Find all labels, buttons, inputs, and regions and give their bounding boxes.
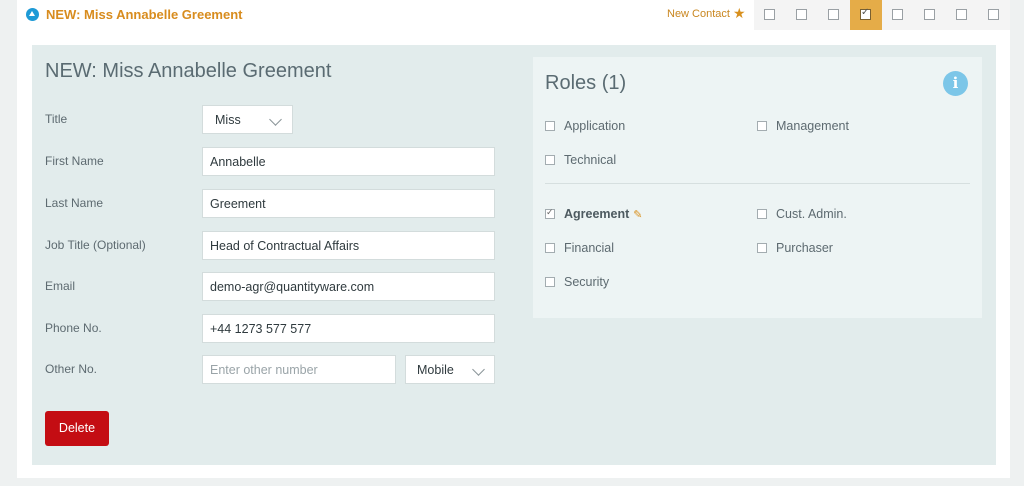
- role-application[interactable]: Application: [545, 119, 625, 133]
- role-checkbox-strip: ✓: [754, 0, 1010, 30]
- title-select-value: Miss: [215, 113, 241, 127]
- strip-checkbox-cell[interactable]: [914, 0, 946, 30]
- email-field[interactable]: demo-agr@quantityware.com: [202, 272, 495, 301]
- checkbox[interactable]: [757, 243, 767, 253]
- pencil-icon[interactable]: ✎: [633, 209, 642, 221]
- role-financial[interactable]: Financial: [545, 241, 614, 255]
- collapse-icon[interactable]: [26, 8, 39, 21]
- roles-divider: [545, 183, 970, 184]
- last-name-field[interactable]: Greement: [202, 189, 495, 218]
- email-label: Email: [45, 279, 76, 293]
- first-name-field[interactable]: Annabelle: [202, 147, 495, 176]
- checkbox[interactable]: [545, 155, 555, 165]
- chevron-down-icon: [269, 113, 282, 126]
- role-cust-admin[interactable]: Cust. Admin.: [757, 207, 847, 221]
- checkbox[interactable]: [796, 9, 807, 20]
- checkbox[interactable]: [956, 9, 967, 20]
- star-icon[interactable]: ★: [733, 5, 746, 22]
- role-agreement[interactable]: ✓ Agreement ✎: [545, 207, 643, 221]
- contact-form-panel: NEW: Miss Annabelle Greement Title Miss …: [32, 45, 996, 465]
- role-purchaser[interactable]: Purchaser: [757, 241, 833, 255]
- role-security[interactable]: Security: [545, 275, 609, 289]
- phone-field[interactable]: +44 1273 577 577: [202, 314, 495, 343]
- roles-panel: Roles (1) i Application Management Techn…: [533, 57, 982, 318]
- checkbox[interactable]: [545, 121, 555, 131]
- checkbox[interactable]: [764, 9, 775, 20]
- strip-checkbox-cell[interactable]: [978, 0, 1010, 30]
- checkbox[interactable]: [988, 9, 999, 20]
- checkbox[interactable]: [757, 121, 767, 131]
- job-title-label: Job Title (Optional): [45, 238, 146, 252]
- job-title-field[interactable]: Head of Contractual Affairs: [202, 231, 495, 260]
- strip-checkbox-cell[interactable]: [818, 0, 850, 30]
- new-contact-label: New Contact: [667, 8, 730, 20]
- checkbox[interactable]: [924, 9, 935, 20]
- checkbox[interactable]: [892, 9, 903, 20]
- last-name-label: Last Name: [45, 196, 104, 210]
- chevron-down-icon: [472, 363, 485, 376]
- first-name-label: First Name: [45, 154, 104, 168]
- checkbox-checked[interactable]: ✓: [545, 207, 555, 219]
- strip-checkbox-cell[interactable]: ✓: [850, 0, 882, 30]
- other-number-input[interactable]: Enter other number: [202, 355, 396, 384]
- checkbox[interactable]: [757, 209, 767, 219]
- checkbox[interactable]: [828, 9, 839, 20]
- form-title: NEW: Miss Annabelle Greement: [45, 60, 332, 82]
- number-type-select[interactable]: Mobile: [405, 355, 495, 384]
- role-management[interactable]: Management: [757, 119, 849, 133]
- roles-title: Roles (1): [545, 72, 627, 94]
- info-icon[interactable]: i: [943, 71, 968, 96]
- check-icon: ✓: [861, 7, 870, 18]
- number-type-value: Mobile: [417, 363, 454, 377]
- phone-label: Phone No.: [45, 321, 102, 335]
- strip-checkbox-cell[interactable]: [946, 0, 978, 30]
- strip-checkbox-cell[interactable]: [786, 0, 818, 30]
- strip-checkbox-cell[interactable]: [882, 0, 914, 30]
- title-select[interactable]: Miss: [202, 105, 293, 134]
- other-number-label: Other No.: [45, 362, 98, 376]
- contact-header: NEW: Miss Annabelle Greement New Contact…: [17, 0, 1010, 31]
- title-label: Title: [45, 112, 68, 126]
- delete-button[interactable]: Delete: [45, 411, 109, 446]
- role-technical[interactable]: Technical: [545, 153, 616, 167]
- checkbox-checked[interactable]: ✓: [860, 7, 871, 20]
- contact-card: NEW: Miss Annabelle Greement New Contact…: [17, 0, 1010, 478]
- checkbox[interactable]: [545, 277, 555, 287]
- checkbox[interactable]: [545, 243, 555, 253]
- header-title: NEW: Miss Annabelle Greement: [46, 7, 243, 22]
- strip-checkbox-cell[interactable]: [754, 0, 786, 30]
